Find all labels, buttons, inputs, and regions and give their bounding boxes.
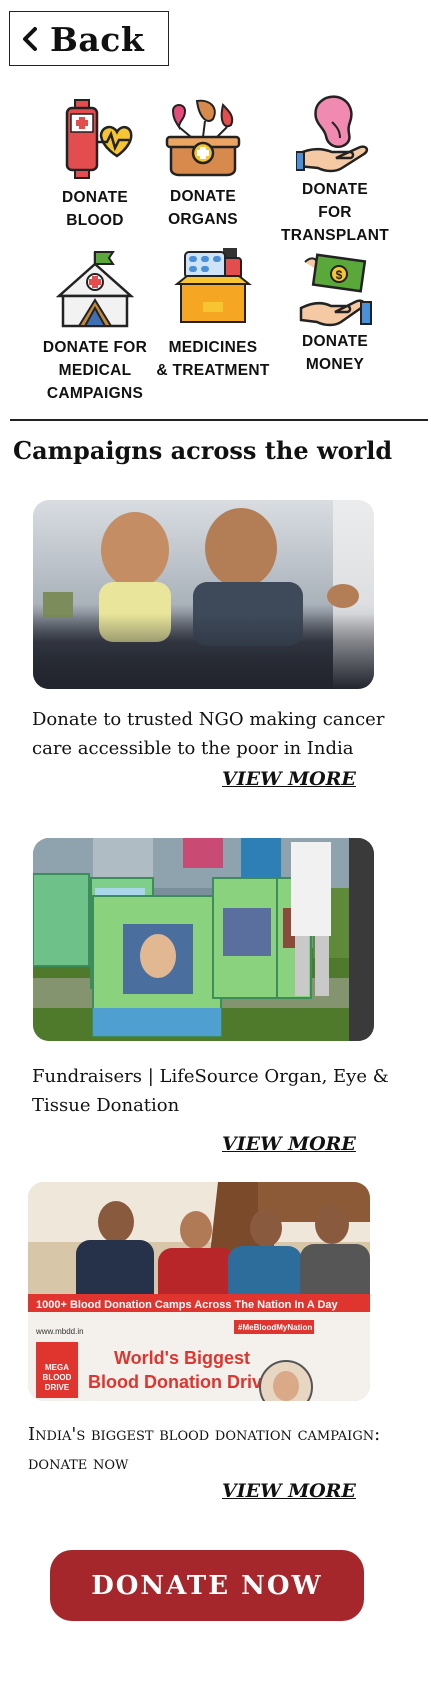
view-more-link[interactable]: VIEW MORE: [222, 1133, 356, 1155]
blood-bag-icon: [65, 99, 133, 179]
banner-logo-drive: DRIVE: [45, 1383, 70, 1392]
organs-box-icon: [165, 99, 241, 177]
section-title: Campaigns across the world: [13, 436, 393, 465]
banner-logo-blood: BLOOD: [43, 1373, 72, 1382]
medicine-box-icon: [174, 248, 252, 323]
campaign-description: India's biggest blood donation campaign:…: [28, 1424, 381, 1474]
banner-title-line2: Blood Donation Drive: [88, 1372, 272, 1392]
campaign-image-organ-donation[interactable]: [33, 838, 374, 1041]
banner-headline: 1000+ Blood Donation Camps Across The Na…: [36, 1299, 339, 1311]
campaign-image-children[interactable]: [33, 500, 374, 689]
children-photo: [33, 500, 374, 689]
category-label: DONATE FOR TRANSPLANT: [280, 181, 390, 244]
category-label: DONATE MONEY: [301, 333, 369, 373]
view-more-link[interactable]: VIEW MORE: [222, 1480, 356, 1502]
banner-hashtag: #MeBloodMyNation: [238, 1323, 312, 1332]
category-label: DONATE ORGANS: [168, 188, 238, 228]
svg-text:$: $: [336, 268, 343, 282]
category-donate-transplant[interactable]: DONATE FOR TRANSPLANT: [260, 92, 410, 247]
blood-drive-banner-photo: 1000+ Blood Donation Camps Across The Na…: [28, 1182, 370, 1401]
kidney-hand-icon: [296, 95, 369, 173]
donate-now-button[interactable]: DONATE NOW: [50, 1550, 364, 1621]
organ-donation-boards-photo: [33, 838, 374, 1041]
back-button[interactable]: Back: [9, 11, 169, 66]
category-donate-money[interactable]: $ DONATE MONEY: [260, 252, 410, 376]
view-more-link[interactable]: VIEW MORE: [222, 768, 356, 790]
campaign-image-blood-drive[interactable]: 1000+ Blood Donation Camps Across The Na…: [28, 1182, 370, 1401]
campaign-description: Donate to trusted NGO making cancer care…: [32, 709, 385, 759]
chevron-left-icon: [23, 27, 37, 51]
banner-title-line1: World's Biggest: [114, 1348, 250, 1368]
money-hand-icon: $: [299, 253, 372, 327]
campaign-description: Fundraisers | LifeSource Organ, Eye & Ti…: [32, 1066, 389, 1116]
section-divider: [10, 419, 428, 421]
banner-website: www.mbdd.in: [35, 1327, 84, 1336]
banner-logo-mega: MEGA: [45, 1363, 69, 1372]
medical-tent-icon: [55, 251, 135, 328]
category-donate-organs[interactable]: DONATE ORGANS: [138, 97, 268, 231]
back-label: Back: [50, 20, 145, 59]
